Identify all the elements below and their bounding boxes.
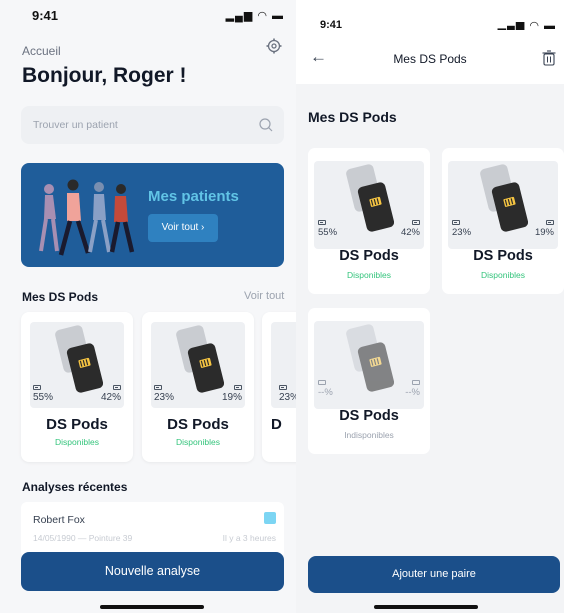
battery-icon bbox=[33, 385, 41, 390]
battery-icon bbox=[452, 220, 460, 225]
section-title: Mes DS Pods bbox=[308, 109, 397, 125]
pod-name: D bbox=[271, 416, 282, 433]
pod-image: 23% 19% bbox=[151, 322, 245, 408]
right-battery: 19% bbox=[222, 385, 242, 403]
right-battery: 42% bbox=[401, 220, 420, 238]
trash-icon[interactable] bbox=[542, 50, 556, 66]
pod-card-unavailable[interactable]: --% --% DS Pods Indisponibles bbox=[308, 308, 430, 454]
right-battery: 19% bbox=[535, 220, 554, 238]
see-all-pods-link[interactable]: Voir tout bbox=[244, 290, 284, 302]
pod-device-illustration bbox=[478, 164, 528, 236]
gear-icon[interactable] bbox=[266, 38, 282, 54]
battery-icon bbox=[412, 220, 420, 225]
nav-title: Mes DS Pods bbox=[393, 52, 467, 66]
pod-name: DS Pods bbox=[473, 248, 533, 264]
pod-card[interactable]: 23% D bbox=[262, 312, 296, 462]
left-battery: 23% bbox=[154, 385, 174, 403]
walking-people-illustration bbox=[39, 179, 135, 256]
pod-image: 55% 42% bbox=[314, 161, 424, 249]
pod-card[interactable]: 55% 42% DS Pods Disponibles bbox=[21, 312, 133, 462]
battery-icon bbox=[279, 385, 287, 390]
analysis-time: Il y a 3 heures bbox=[222, 533, 276, 543]
left-battery: 23% bbox=[452, 220, 471, 238]
status-bar: 9:41 ▂▄▆ ◠ ▬ bbox=[296, 0, 564, 32]
pod-device-illustration bbox=[174, 325, 224, 397]
battery-icon bbox=[546, 220, 554, 225]
right-battery: --% bbox=[405, 380, 420, 398]
patients-banner[interactable]: Mes patients Voir tout › bbox=[21, 163, 284, 267]
battery-icon bbox=[154, 385, 162, 390]
pod-card[interactable]: 23% 19% DS Pods Disponibles bbox=[142, 312, 254, 462]
see-all-patients-button[interactable]: Voir tout › bbox=[148, 214, 218, 242]
status-time: 9:41 bbox=[32, 8, 59, 23]
pod-status: Disponibles bbox=[481, 270, 525, 280]
pod-device-illustration bbox=[53, 325, 103, 397]
battery-icon bbox=[318, 220, 326, 225]
pod-image: 23% 19% bbox=[448, 161, 558, 249]
home-screen: 9:41 ▂▄▆ ◠ ▬ Accueil Bonjour, Roger ! Tr… bbox=[0, 0, 296, 613]
search-icon[interactable] bbox=[258, 117, 274, 133]
section-title-pods: Mes DS Pods bbox=[22, 290, 99, 304]
recent-analysis-item[interactable]: Robert Fox 14/05/1990 — Pointure 39 Il y… bbox=[21, 502, 284, 558]
home-indicator bbox=[374, 605, 478, 609]
pod-name: DS Pods bbox=[339, 408, 399, 424]
pod-device-illustration bbox=[344, 164, 394, 236]
patient-info: 14/05/1990 — Pointure 39 bbox=[33, 533, 133, 543]
status-bar: 9:41 ▂▄▆ ◠ ▬ bbox=[0, 0, 296, 30]
signal-icon: ▂▄▆ ◠ ▬ bbox=[225, 10, 284, 22]
left-battery: --% bbox=[318, 380, 333, 398]
battery-icon bbox=[318, 380, 326, 385]
page-title: Bonjour, Roger ! bbox=[22, 64, 187, 87]
left-battery: 55% bbox=[33, 385, 53, 403]
walking-icon bbox=[264, 512, 276, 524]
pod-name: DS Pods bbox=[46, 416, 108, 433]
battery-icon bbox=[234, 385, 242, 390]
left-battery: 55% bbox=[318, 220, 337, 238]
pod-status: Disponibles bbox=[347, 270, 391, 280]
battery-icon bbox=[113, 385, 121, 390]
search-placeholder: Trouver un patient bbox=[33, 119, 118, 131]
pod-status: Disponibles bbox=[55, 437, 99, 447]
pod-status: Indisponibles bbox=[344, 430, 394, 440]
pods-screen: 9:41 ▂▄▆ ◠ ▬ ← Mes DS Pods Mes DS Pods 5… bbox=[296, 0, 564, 613]
breadcrumb: Accueil bbox=[22, 44, 61, 58]
left-battery: 23% bbox=[279, 385, 296, 403]
pod-image: 23% bbox=[271, 322, 296, 408]
pod-name: DS Pods bbox=[339, 248, 399, 264]
pod-name: DS Pods bbox=[167, 416, 229, 433]
right-battery: 42% bbox=[101, 385, 121, 403]
pod-image: --% --% bbox=[314, 321, 424, 409]
home-indicator bbox=[100, 605, 204, 609]
new-analysis-button[interactable]: Nouvelle analyse bbox=[21, 552, 284, 591]
search-input[interactable]: Trouver un patient bbox=[21, 106, 284, 144]
pod-card[interactable]: 23% 19% DS Pods Disponibles bbox=[442, 148, 564, 294]
battery-icon bbox=[412, 380, 420, 385]
banner-title: Mes patients bbox=[148, 188, 239, 205]
pod-device-illustration bbox=[344, 324, 394, 396]
section-title-recent: Analyses récentes bbox=[22, 480, 128, 494]
patient-name: Robert Fox bbox=[33, 514, 85, 526]
pod-image: 55% 42% bbox=[30, 322, 124, 408]
pod-status: Disponibles bbox=[176, 437, 220, 447]
add-pair-button[interactable]: Ajouter une paire bbox=[308, 556, 560, 593]
nav-bar: ← Mes DS Pods bbox=[296, 30, 564, 84]
pod-card[interactable]: 55% 42% DS Pods Disponibles bbox=[308, 148, 430, 294]
